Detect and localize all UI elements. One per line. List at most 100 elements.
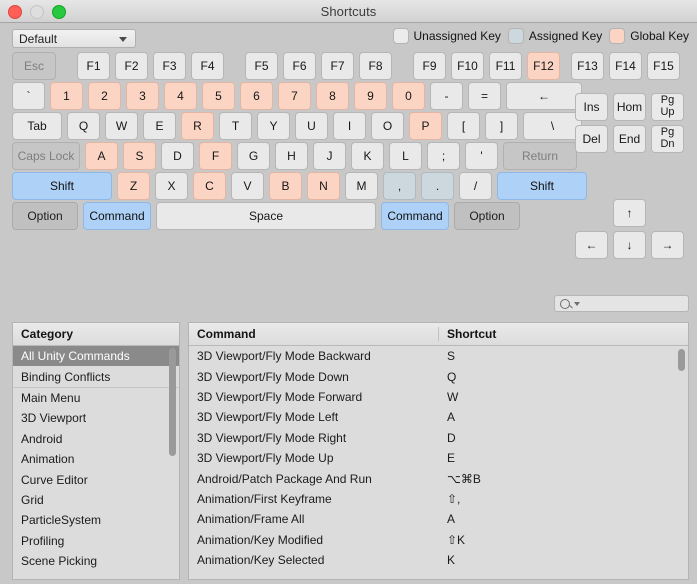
column-header-command[interactable]: Command [189, 327, 439, 341]
key-f5[interactable]: F5 [245, 52, 278, 80]
key-j[interactable]: J [313, 142, 346, 170]
category-scrollbar[interactable] [167, 346, 178, 579]
key-n[interactable]: N [307, 172, 340, 200]
key-f8[interactable]: F8 [359, 52, 392, 80]
key-f13[interactable]: F13 [571, 52, 604, 80]
key-,[interactable]: , [383, 172, 416, 200]
key-space[interactable]: Space [156, 202, 376, 230]
command-scrollbar[interactable] [676, 346, 687, 579]
profile-dropdown[interactable]: Default [12, 29, 136, 48]
key-f1[interactable]: F1 [77, 52, 110, 80]
key-f14[interactable]: F14 [609, 52, 642, 80]
key-6[interactable]: 6 [240, 82, 273, 110]
key-p[interactable]: P [409, 112, 442, 140]
key-esc[interactable]: Esc [12, 52, 56, 80]
category-list-item[interactable]: Curve Editor [13, 469, 179, 489]
key-=[interactable]: = [468, 82, 501, 110]
key-ins[interactable]: Ins [575, 93, 608, 121]
key-i[interactable]: I [333, 112, 366, 140]
key-][interactable]: ] [485, 112, 518, 140]
key-/[interactable]: / [459, 172, 492, 200]
key-caps-lock[interactable]: Caps Lock [12, 142, 80, 170]
key-f2[interactable]: F2 [115, 52, 148, 80]
key-f9[interactable]: F9 [413, 52, 446, 80]
table-row[interactable]: Animation/Key SelectedK [189, 550, 688, 570]
maximize-button[interactable] [52, 5, 66, 19]
key-f4[interactable]: F4 [191, 52, 224, 80]
category-list-item[interactable]: All Unity Commands [13, 346, 179, 366]
key-f10[interactable]: F10 [451, 52, 484, 80]
key-c[interactable]: C [193, 172, 226, 200]
key-k[interactable]: K [351, 142, 384, 170]
key-h[interactable]: H [275, 142, 308, 170]
key-0[interactable]: 0 [392, 82, 425, 110]
key-command[interactable]: Command [83, 202, 151, 230]
key-5[interactable]: 5 [202, 82, 235, 110]
key-u[interactable]: U [295, 112, 328, 140]
table-row[interactable]: 3D Viewport/Fly Mode UpE [189, 448, 688, 468]
key-.[interactable]: . [421, 172, 454, 200]
table-row[interactable]: 3D Viewport/Fly Mode RightD [189, 428, 688, 448]
key-a[interactable]: A [85, 142, 118, 170]
key-[[interactable]: [ [447, 112, 480, 140]
key-shift[interactable]: Shift [12, 172, 112, 200]
column-header-shortcut[interactable]: Shortcut [439, 327, 688, 341]
key-f3[interactable]: F3 [153, 52, 186, 80]
category-list-item[interactable]: Android [13, 429, 179, 449]
category-list-item[interactable]: Profiling [13, 531, 179, 551]
key-option[interactable]: Option [454, 202, 520, 230]
table-row[interactable]: 3D Viewport/Fly Mode ForwardW [189, 387, 688, 407]
key-arrow-left[interactable]: ← [575, 231, 608, 259]
category-list-item[interactable]: Scene Picking [13, 551, 179, 571]
key-d[interactable]: D [161, 142, 194, 170]
key-3[interactable]: 3 [126, 82, 159, 110]
table-row[interactable]: Android/Patch Package And Run⌥⌘B [189, 468, 688, 488]
table-row[interactable]: 3D Viewport/Fly Mode BackwardS [189, 346, 688, 366]
category-list-item[interactable]: Animation [13, 449, 179, 469]
key-;[interactable]: ; [427, 142, 460, 170]
key-1[interactable]: 1 [50, 82, 83, 110]
key-m[interactable]: M [345, 172, 378, 200]
key-hom[interactable]: Hom [613, 93, 646, 121]
key-g[interactable]: G [237, 142, 270, 170]
key-`[interactable]: ` [12, 82, 45, 110]
table-row[interactable]: Animation/Frame AllA [189, 509, 688, 529]
key-arrow-right[interactable]: → [651, 231, 684, 259]
key-arrow-down[interactable]: ↓ [613, 231, 646, 259]
key-arrow-up[interactable]: ↑ [613, 199, 646, 227]
key-t[interactable]: T [219, 112, 252, 140]
key--[interactable]: - [430, 82, 463, 110]
table-row[interactable]: Animation/Key Modified⇧K [189, 530, 688, 550]
category-list-item[interactable]: Main Menu [13, 388, 179, 408]
key-f7[interactable]: F7 [321, 52, 354, 80]
key-pgup[interactable]: PgUp [651, 93, 684, 121]
key-9[interactable]: 9 [354, 82, 387, 110]
key-z[interactable]: Z [117, 172, 150, 200]
category-list-item[interactable]: ParticleSystem [13, 510, 179, 530]
key-del[interactable]: Del [575, 125, 608, 153]
category-list-item[interactable]: Binding Conflicts [13, 366, 179, 386]
key-f11[interactable]: F11 [489, 52, 522, 80]
table-row[interactable]: 3D Viewport/Fly Mode LeftA [189, 407, 688, 427]
key-v[interactable]: V [231, 172, 264, 200]
key-4[interactable]: 4 [164, 82, 197, 110]
minimize-button[interactable] [30, 5, 44, 19]
key-return[interactable]: Return [503, 142, 577, 170]
command-table-body[interactable]: 3D Viewport/Fly Mode BackwardS3D Viewpor… [189, 346, 688, 579]
key-end[interactable]: End [613, 125, 646, 153]
command-scroll-thumb[interactable] [678, 349, 685, 371]
key-y[interactable]: Y [257, 112, 290, 140]
category-scroll-thumb[interactable] [169, 348, 176, 456]
key-tab[interactable]: Tab [12, 112, 62, 140]
table-row[interactable]: 3D Viewport/Fly Mode DownQ [189, 366, 688, 386]
key-shift[interactable]: Shift [497, 172, 587, 200]
key-f12[interactable]: F12 [527, 52, 560, 80]
key-f15[interactable]: F15 [647, 52, 680, 80]
key-b[interactable]: B [269, 172, 302, 200]
key-x[interactable]: X [155, 172, 188, 200]
key-e[interactable]: E [143, 112, 176, 140]
category-list-item[interactable]: 3D Viewport [13, 408, 179, 428]
key-o[interactable]: O [371, 112, 404, 140]
key-l[interactable]: L [389, 142, 422, 170]
category-list[interactable]: All Unity CommandsBinding ConflictsMain … [13, 346, 179, 579]
